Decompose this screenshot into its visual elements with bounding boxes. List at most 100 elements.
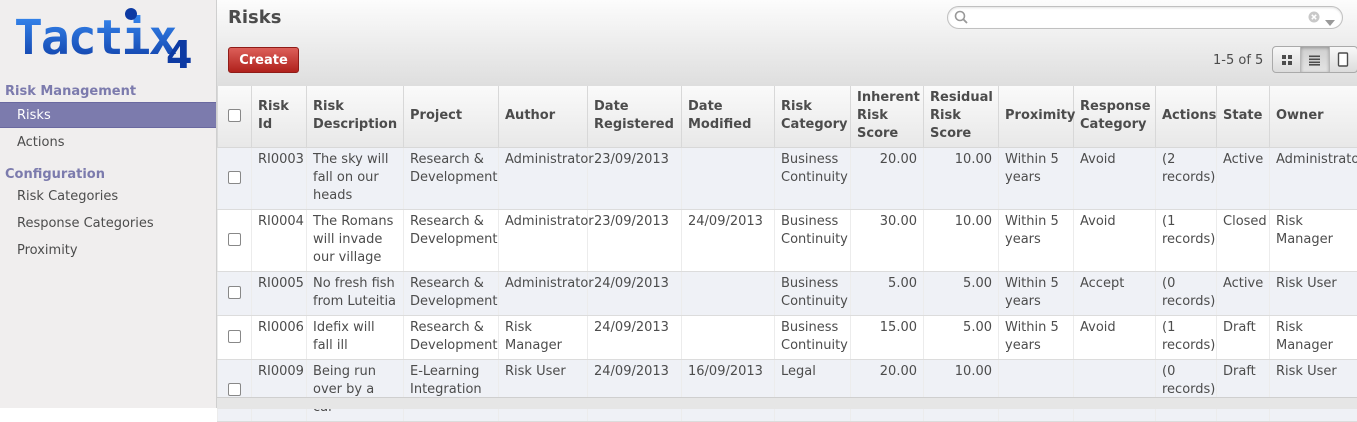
sidebar-item-proximity[interactable]: Proximity — [0, 238, 216, 264]
page-title: Risks — [228, 7, 281, 28]
create-button[interactable]: Create — [228, 47, 299, 73]
sidebar-item-response-categories[interactable]: Response Categories — [0, 211, 216, 237]
cell-residual-risk-score: 5.00 — [924, 271, 999, 315]
cell-owner: Risk User — [1270, 359, 1357, 421]
column-header-state[interactable]: State — [1217, 86, 1270, 147]
cell-risk-id: RI0006 — [252, 315, 307, 359]
cell-risk-category: Business Continuity — [775, 147, 851, 209]
column-header-risk-id[interactable]: Risk Id — [252, 86, 307, 147]
table-row[interactable]: RI0003The sky will fall on our headsRese… — [218, 147, 1357, 209]
cell-actions: (0 records) — [1156, 359, 1217, 421]
cell-risk-category: Business Continuity — [775, 271, 851, 315]
kanban-view-icon[interactable] — [1273, 47, 1301, 72]
cell-residual-risk-score: 10.00 — [924, 147, 999, 209]
menu-section-configuration: Configuration — [5, 167, 105, 182]
list-view-icon[interactable] — [1301, 47, 1329, 72]
table-row[interactable]: RI0005No fresh fish from LuteitiaResearc… — [218, 271, 1357, 315]
cell-response-category: Avoid — [1074, 315, 1156, 359]
cell-state: Active — [1217, 271, 1270, 315]
cell-risk-description: No fresh fish from Luteitia — [307, 271, 404, 315]
cell-project: Research & Development — [404, 209, 499, 271]
clear-search-icon[interactable] — [1308, 11, 1320, 27]
cell-owner: Risk Manager — [1270, 209, 1357, 271]
cell-response-category: Accept — [1074, 271, 1156, 315]
cell-risk-description: The sky will fall on our heads — [307, 147, 404, 209]
column-header-date-modified[interactable]: Date Modified — [682, 86, 775, 147]
cell-author: Administrator — [499, 271, 588, 315]
cell-proximity: Within 5 years — [999, 209, 1074, 271]
cell-owner: Risk User — [1270, 271, 1357, 315]
cell-risk-id: RI0003 — [252, 147, 307, 209]
table-header-row: Risk IdRisk DescriptionProjectAuthorDate… — [218, 86, 1357, 147]
cell-date-modified — [682, 271, 775, 315]
svg-text:4: 4 — [166, 33, 192, 72]
cell-state: Draft — [1217, 315, 1270, 359]
table-footer — [217, 397, 1357, 409]
cell-response-category: Avoid — [1074, 147, 1156, 209]
cell-risk-id: RI0009 — [252, 359, 307, 421]
cell-residual-risk-score: 5.00 — [924, 315, 999, 359]
row-checkbox[interactable] — [218, 209, 252, 271]
cell-owner: Administrator — [1270, 147, 1357, 209]
column-header-residual-risk-score[interactable]: Residual Risk Score — [924, 86, 999, 147]
form-view-icon[interactable] — [1330, 47, 1357, 72]
cell-proximity: Within 5 years — [999, 315, 1074, 359]
cell-author: Risk Manager — [499, 315, 588, 359]
column-header-author[interactable]: Author — [499, 86, 588, 147]
cell-date-registered: 23/09/2013 — [588, 147, 682, 209]
column-header-actions[interactable]: Actions — [1156, 86, 1217, 147]
cell-date-registered: 24/09/2013 — [588, 359, 682, 421]
cell-risk-id: RI0004 — [252, 209, 307, 271]
sidebar-item-risk-categories[interactable]: Risk Categories — [0, 184, 216, 210]
column-header-project[interactable]: Project — [404, 86, 499, 147]
risks-table: Risk IdRisk DescriptionProjectAuthorDate… — [217, 86, 1357, 422]
cell-response-category — [1074, 359, 1156, 421]
column-header-response-category[interactable]: Response Category — [1074, 86, 1156, 147]
cell-proximity: Within 5 years — [999, 271, 1074, 315]
sidebar-item-risks[interactable]: Risks — [0, 102, 216, 128]
column-header-risk-category[interactable]: Risk Category — [775, 86, 851, 147]
search-box[interactable] — [947, 6, 1343, 29]
column-header-proximity[interactable]: Proximity — [999, 86, 1074, 147]
cell-actions: (1 records) — [1156, 209, 1217, 271]
column-header-risk-description[interactable]: Risk Description — [307, 86, 404, 147]
cell-project: Research & Development — [404, 315, 499, 359]
sidebar-item-actions[interactable]: Actions — [0, 130, 216, 156]
column-header-date-registered[interactable]: Date Registered — [588, 86, 682, 147]
tactix-logo[interactable]: Tactix 4 — [14, 6, 204, 72]
cell-date-modified — [682, 147, 775, 209]
list-header: Risks Create 1-5 of 5 — [217, 0, 1357, 87]
cell-response-category: Avoid — [1074, 209, 1156, 271]
search-input[interactable] — [972, 9, 1306, 28]
cell-project: Research & Development — [404, 147, 499, 209]
sidebar: Tactix 4 Risk Management Risks Actions C… — [0, 0, 217, 408]
cell-author: Risk User — [499, 359, 588, 421]
cell-residual-risk-score: 10.00 — [924, 209, 999, 271]
risks-table-container: Risk IdRisk DescriptionProjectAuthorDate… — [217, 86, 1357, 422]
cell-inherent-risk-score: 30.00 — [851, 209, 924, 271]
cell-date-registered: 23/09/2013 — [588, 209, 682, 271]
chevron-down-icon[interactable] — [1325, 15, 1335, 30]
row-checkbox[interactable] — [218, 147, 252, 209]
view-switcher — [1272, 46, 1357, 73]
row-checkbox[interactable] — [218, 315, 252, 359]
cell-project: E-Learning Integration — [404, 359, 499, 421]
row-checkbox[interactable] — [218, 359, 252, 421]
cell-actions: (1 records) — [1156, 315, 1217, 359]
select-all-checkbox[interactable] — [218, 86, 252, 147]
cell-state: Closed — [1217, 209, 1270, 271]
cell-proximity: Within 5 years — [999, 147, 1074, 209]
search-icon — [954, 10, 968, 28]
table-row[interactable]: RI0006Idefix will fall illResearch & Dev… — [218, 315, 1357, 359]
pager-value[interactable]: 1-5 of 5 — [1213, 53, 1263, 68]
table-row[interactable]: RI0009Being run over by a carE-Learning … — [218, 359, 1357, 421]
cell-actions: (0 records) — [1156, 271, 1217, 315]
table-row[interactable]: RI0004The Romans will invade our village… — [218, 209, 1357, 271]
cell-risk-id: RI0005 — [252, 271, 307, 315]
cell-actions: (2 records) — [1156, 147, 1217, 209]
column-header-owner[interactable]: Owner — [1270, 86, 1357, 147]
cell-risk-description: Idefix will fall ill — [307, 315, 404, 359]
cell-inherent-risk-score: 20.00 — [851, 147, 924, 209]
row-checkbox[interactable] — [218, 271, 252, 315]
column-header-inherent-risk-score[interactable]: Inherent Risk Score — [851, 86, 924, 147]
